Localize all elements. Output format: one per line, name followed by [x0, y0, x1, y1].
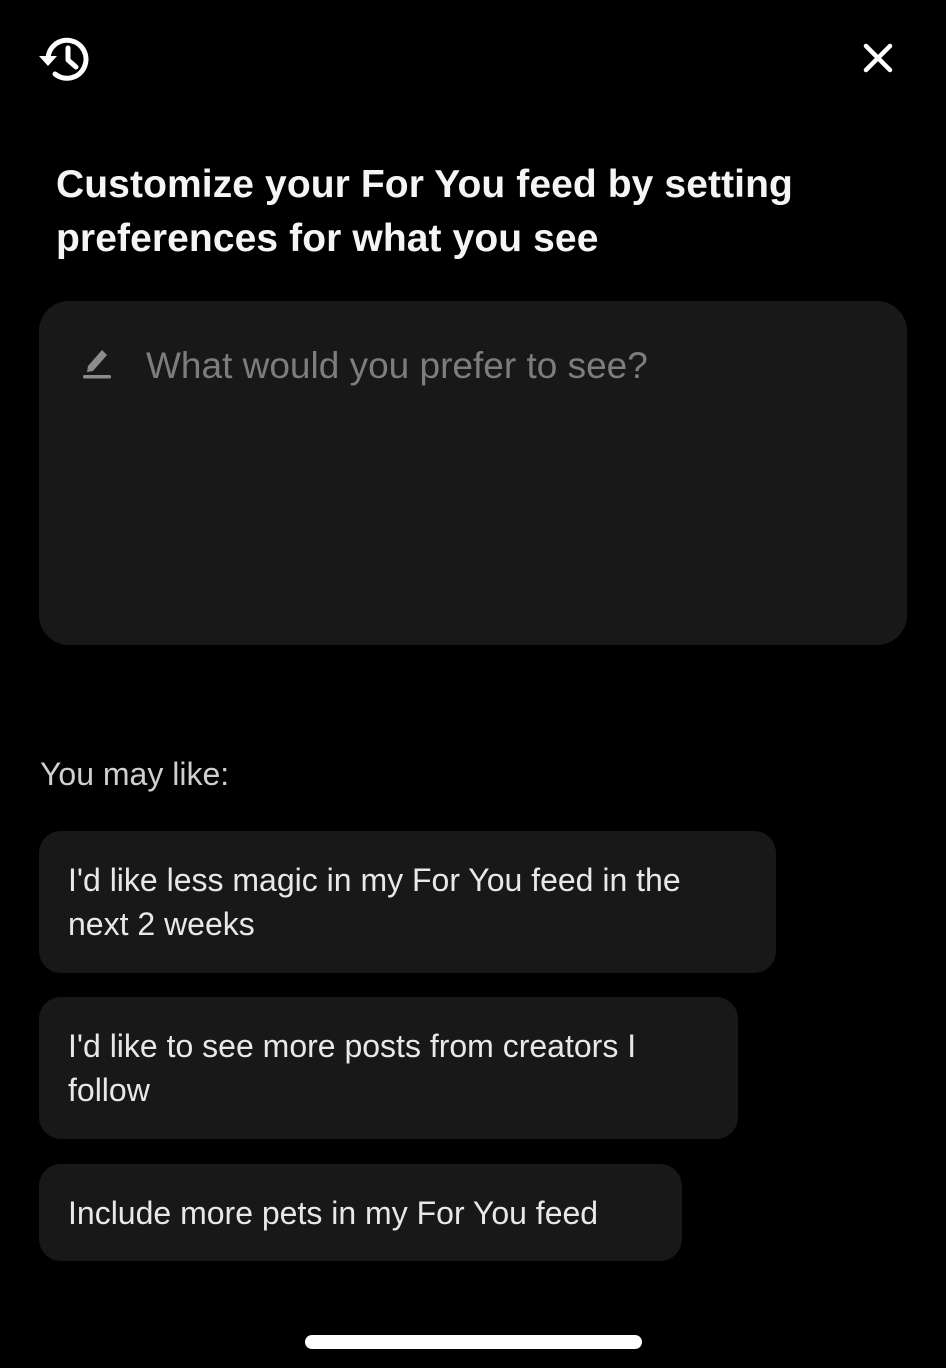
history-clock-icon — [39, 37, 89, 81]
pencil-icon — [83, 350, 111, 379]
suggestion-text: I'd like to see more posts from creators… — [68, 1028, 637, 1108]
suggestion-chip[interactable]: Include more pets in my For You feed — [39, 1164, 682, 1261]
close-icon — [863, 43, 893, 73]
preferences-sheet: Customize your For You feed by setting p… — [0, 0, 946, 1368]
suggestion-text: I'd like less magic in my For You feed i… — [68, 862, 681, 942]
suggestion-chip[interactable]: I'd like less magic in my For You feed i… — [39, 831, 776, 973]
suggestion-text: Include more pets in my For You feed — [68, 1194, 599, 1231]
home-indicator — [305, 1335, 642, 1349]
suggestion-chip[interactable]: I'd like to see more posts from creators… — [39, 997, 738, 1139]
history-button[interactable] — [34, 28, 100, 90]
preference-input[interactable] — [146, 336, 866, 396]
page-title: Customize your For You feed by setting p… — [56, 163, 793, 260]
suggestions-label: You may like: — [40, 756, 230, 792]
close-button[interactable] — [850, 30, 906, 86]
